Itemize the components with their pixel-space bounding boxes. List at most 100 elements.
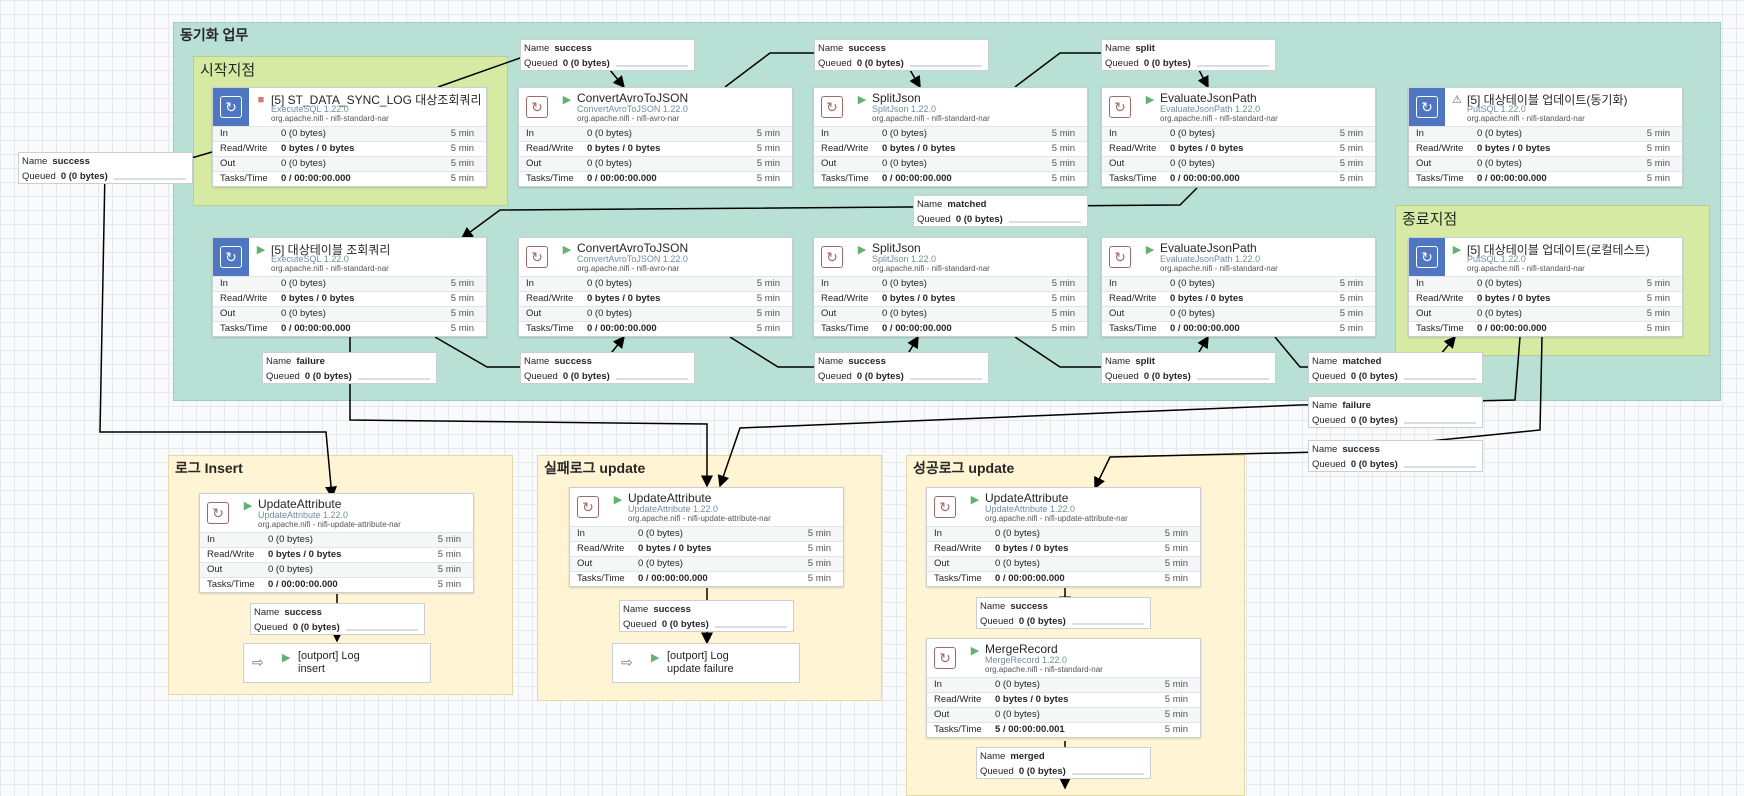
connection-label[interactable]: Name failure Queued 0 (0 bytes) [262,352,437,384]
queue-bar [1404,378,1476,380]
connection-label[interactable]: Name success Queued 0 (0 bytes) [976,597,1151,629]
connection-label[interactable]: Name success Queued 0 (0 bytes) [18,152,193,184]
stat-tasks: Tasks/Time 0 / 00:00:00.000 5 min [1409,171,1682,186]
queue-bar [1072,623,1144,625]
processor-put-sql-local[interactable]: ↻ ▶ [5] 대상테이블 업데이트(로컬테스트) PutSQL 1.22.0 … [1408,237,1683,337]
processor-stats: In 0 (0 bytes) 5 min Read/Write 0 bytes / 0… [1409,126,1682,186]
connection-label[interactable]: Name split Queued 0 (0 bytes) [1101,352,1276,384]
processor-type: EvaluateJsonPath 1.22.0 [1160,104,1261,114]
processor-sync-log-query[interactable]: ↻ ■ [5] ST_DATA_SYNC_LOG 대상조회쿼리 ExecuteS… [212,87,487,187]
processor-type: SplitJson 1.22.0 [872,104,937,114]
processor-put-sql-sync[interactable]: ↻ ⚠ [5] 대상테이블 업데이트(동기화) PutSQL 1.22.0 or… [1408,87,1683,187]
processor-name: SplitJson [872,241,921,255]
queue-bar [114,178,186,180]
output-port-icon: ⇨ [252,654,264,670]
output-port-log-update-failure[interactable]: ⇨ ▶ [outport] Log update failure [612,643,800,683]
play-icon[interactable]: ▶ [612,494,624,506]
connection-label[interactable]: Name success Queued 0 (0 bytes) [814,352,989,384]
stat-rw: Read/Write 0 bytes / 0 bytes 5 min [1102,291,1375,306]
connection-label[interactable]: Name merged Queued 0 (0 bytes) [976,747,1151,779]
connection-label[interactable]: Name success Queued 0 (0 bytes) [250,603,425,635]
stat-rw: Read/Write 0 bytes / 0 bytes 5 min [570,541,843,556]
stat-out: Out 0 (0 bytes) 5 min [1409,156,1682,171]
stat-in: In 0 (0 bytes) 5 min [213,126,486,141]
connection-label[interactable]: Name success Queued 0 (0 bytes) [520,352,695,384]
connection-label[interactable]: Name success Queued 0 (0 bytes) [814,39,989,71]
play-icon[interactable]: ▶ [242,500,254,512]
play-icon[interactable]: ▶ [969,494,981,506]
queue-bar [1009,221,1081,223]
processor-icon: ↻ [570,488,606,526]
queue-bar [715,626,787,628]
invalid-icon[interactable]: ⚠ [1451,94,1463,106]
processor-icon: ↻ [927,488,963,526]
processor-bundle: org.apache.nifi - nifi-standard-nar [271,114,389,123]
processor-evaluate-json-1[interactable]: ↻ ▶ EvaluateJsonPath EvaluateJsonPath 1.… [1101,87,1376,187]
play-icon[interactable]: ▶ [561,244,573,256]
processor-bundle: org.apache.nifi - nifi-standard-nar [1467,264,1585,273]
processor-merge-record[interactable]: ↻ ▶ MergeRecord MergeRecord 1.22.0 org.a… [926,638,1201,738]
stat-out: Out 0 (0 bytes) 5 min [927,707,1200,722]
processor-stats: In 0 (0 bytes) 5 min Read/Write 0 bytes / 0… [1102,276,1375,336]
connection-label[interactable]: Name success Queued 0 (0 bytes) [1308,440,1483,472]
connection-label[interactable]: Name failure Queued 0 (0 bytes) [1308,396,1483,428]
connection-label[interactable]: Name success Queued 0 (0 bytes) [619,600,794,632]
processor-bundle: org.apache.nifi - nifi-standard-nar [985,665,1103,674]
stat-out: Out 0 (0 bytes) 5 min [213,306,486,321]
processor-type: ConvertAvroToJSON 1.22.0 [577,254,688,264]
stat-tasks: Tasks/Time 0 / 00:00:00.000 5 min [1102,171,1375,186]
connection-label[interactable]: Name split Queued 0 (0 bytes) [1101,39,1276,71]
stat-tasks: Tasks/Time 0 / 00:00:00.000 5 min [213,171,486,186]
processor-stats: In 0 (0 bytes) 5 min Read/Write 0 bytes / 0… [814,126,1087,186]
connection-label[interactable]: Name success Queued 0 (0 bytes) [520,39,695,71]
play-icon[interactable]: ▶ [561,94,573,106]
processor-type: ExecuteSQL 1.22.0 [271,104,349,114]
flow-canvas[interactable]: 동기화 업무 시작지점 종료지점 로그 Insert 실패로그 update 성… [0,0,1744,796]
play-icon[interactable]: ▶ [282,651,290,664]
processor-target-query[interactable]: ↻ ▶ [5] 대상테이블 조회쿼리 ExecuteSQL 1.22.0 org… [212,237,487,337]
play-icon[interactable]: ▶ [651,651,659,664]
connection-label[interactable]: Name matched Queued 0 (0 bytes) [1308,352,1483,384]
stat-out: Out 0 (0 bytes) 5 min [814,306,1087,321]
stat-out: Out 0 (0 bytes) 5 min [814,156,1087,171]
stat-in: In 0 (0 bytes) 5 min [814,126,1087,141]
queue-bar [910,378,982,380]
processor-update-attribute-success[interactable]: ↻ ▶ UpdateAttribute UpdateAttribute 1.22… [926,487,1201,587]
processor-evaluate-json-2[interactable]: ↻ ▶ EvaluateJsonPath EvaluateJsonPath 1.… [1101,237,1376,337]
processor-icon: ↻ [1102,88,1138,126]
play-icon[interactable]: ▶ [255,244,267,256]
stat-tasks: Tasks/Time 0 / 00:00:00.000 5 min [1102,321,1375,336]
processor-stats: In 0 (0 bytes) 5 min Read/Write 0 bytes / 0… [814,276,1087,336]
stat-tasks: Tasks/Time 0 / 00:00:00.000 5 min [519,171,792,186]
stat-rw: Read/Write 0 bytes / 0 bytes 5 min [927,692,1200,707]
play-icon[interactable]: ▶ [1144,244,1156,256]
stat-tasks: Tasks/Time 0 / 00:00:00.000 5 min [200,577,473,592]
processor-type: UpdateAttribute 1.22.0 [258,510,349,520]
play-icon[interactable]: ▶ [1451,244,1463,256]
output-port-log-insert[interactable]: ⇨ ▶ [outport] Log insert [243,643,431,683]
stat-in: In 0 (0 bytes) 5 min [519,126,792,141]
processor-update-attribute-log-insert[interactable]: ↻ ▶ UpdateAttribute UpdateAttribute 1.22… [199,493,474,593]
processor-type: EvaluateJsonPath 1.22.0 [1160,254,1261,264]
processor-stats: In 0 (0 bytes) 5 min Read/Write 0 bytes / 0… [927,677,1200,737]
processor-split-json-2[interactable]: ↻ ▶ SplitJson SplitJson 1.22.0 org.apach… [813,237,1088,337]
processor-bundle: org.apache.nifi - nifi-update-attribute-… [985,514,1128,523]
play-icon[interactable]: ▶ [969,645,981,657]
processor-update-attribute-fail[interactable]: ↻ ▶ UpdateAttribute UpdateAttribute 1.22… [569,487,844,587]
processor-split-json-1[interactable]: ↻ ▶ SplitJson SplitJson 1.22.0 org.apach… [813,87,1088,187]
processor-convert-avro-2[interactable]: ↻ ▶ ConvertAvroToJSON ConvertAvroToJSON … [518,237,793,337]
processor-name: ConvertAvroToJSON [577,241,689,255]
connection-label[interactable]: Name matched Queued 0 (0 bytes) [913,195,1088,227]
play-icon[interactable]: ▶ [1144,94,1156,106]
processor-stats: In 0 (0 bytes) 5 min Read/Write 0 bytes / 0… [1409,276,1682,336]
stat-out: Out 0 (0 bytes) 5 min [570,556,843,571]
processor-bundle: org.apache.nifi - nifi-avro-nar [577,264,680,273]
processor-type: PutSQL 1.22.0 [1467,104,1526,114]
play-icon[interactable]: ▶ [856,244,868,256]
processor-convert-avro-1[interactable]: ↻ ▶ ConvertAvroToJSON ConvertAvroToJSON … [518,87,793,187]
play-icon[interactable]: ▶ [856,94,868,106]
stat-rw: Read/Write 0 bytes / 0 bytes 5 min [213,291,486,306]
queue-bar [1404,422,1476,424]
output-port-icon: ⇨ [621,654,633,670]
stop-icon[interactable]: ■ [255,94,267,106]
